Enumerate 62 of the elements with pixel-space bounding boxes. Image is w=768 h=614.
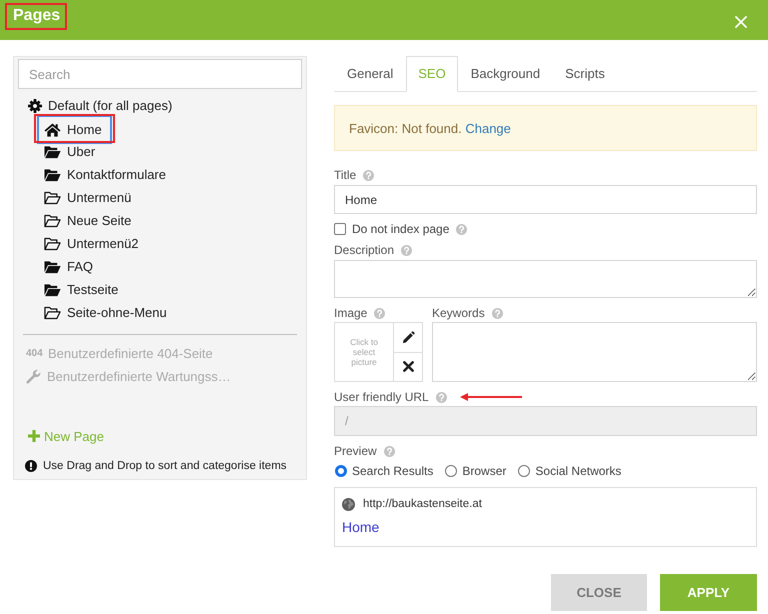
checkbox-label: Do not index page	[352, 222, 450, 236]
wrench-icon	[26, 369, 41, 384]
tree-item[interactable]: Seite-ohne-Menu	[37, 301, 174, 324]
folder-outline-icon	[44, 214, 61, 228]
help-icon	[456, 224, 468, 234]
preview-url: http://baukastenseite.at	[363, 498, 482, 510]
folder-icon	[44, 282, 61, 296]
close-icon[interactable]	[735, 16, 747, 28]
remove-image-button[interactable]	[393, 352, 422, 381]
checkbox[interactable]	[334, 223, 346, 235]
field-label: Image	[334, 306, 368, 320]
radio-label: Social Networks	[535, 464, 622, 478]
tree-item[interactable]: FAQ	[37, 255, 100, 278]
tab[interactable]: General	[335, 56, 406, 92]
tree-item[interactable]: Kontaktformulare	[37, 163, 173, 186]
help-icon	[363, 170, 374, 180]
gear-icon	[28, 98, 42, 112]
tree-item[interactable]: Untermenü2	[37, 232, 146, 255]
pencil-icon	[402, 330, 414, 344]
tree-item[interactable]: Default (for all pages)	[21, 94, 180, 117]
tree-item[interactable]: Home	[37, 115, 112, 144]
dialog-title: Pages	[13, 6, 60, 26]
alert-text: Favicon: Not found. Change	[349, 120, 511, 136]
exclamation-icon	[25, 460, 37, 472]
tree-item[interactable]: Neue Seite	[37, 209, 138, 232]
preview-title: Home	[342, 519, 380, 535]
radio-label: Browser	[462, 464, 506, 478]
keywords-field[interactable]	[432, 322, 757, 382]
search-field[interactable]: Search	[18, 59, 302, 89]
field-label: Keywords	[432, 306, 485, 320]
help-icon	[492, 308, 503, 318]
tab[interactable]: Background	[458, 56, 552, 92]
help-icon	[374, 308, 386, 318]
field-label: Title	[334, 168, 356, 182]
folder-outline-icon	[44, 306, 61, 320]
change-link[interactable]: Change	[465, 120, 511, 136]
radio-button[interactable]	[518, 465, 530, 477]
folder-icon	[44, 260, 61, 274]
title-input[interactable]: Home	[334, 185, 757, 214]
folder-icon	[44, 168, 61, 182]
folder-outline-icon	[44, 236, 61, 250]
tree-item[interactable]: Untermenü	[37, 186, 138, 209]
field-label: Description	[334, 243, 394, 257]
cross-icon	[402, 361, 414, 372]
tab[interactable]: Scripts	[553, 56, 617, 92]
error-code: 404	[26, 348, 42, 359]
hint-text: Use Drag and Drop to sort and categorise items	[43, 460, 287, 472]
radio-button[interactable]	[445, 465, 458, 477]
home-icon	[44, 122, 61, 136]
help-icon	[436, 392, 447, 402]
tree-item[interactable]: Testseite	[37, 278, 126, 301]
field-label: User friendly URL	[334, 390, 429, 404]
globe-icon	[342, 498, 355, 510]
radio-button[interactable]	[335, 465, 347, 477]
plus-icon	[28, 430, 40, 442]
description-field[interactable]	[334, 260, 757, 298]
help-icon	[401, 244, 412, 256]
help-icon	[384, 446, 395, 456]
radio-label: Search Results	[352, 464, 434, 478]
folder-icon	[44, 144, 61, 158]
field-label: Preview	[334, 444, 377, 458]
folder-outline-icon	[44, 190, 61, 204]
